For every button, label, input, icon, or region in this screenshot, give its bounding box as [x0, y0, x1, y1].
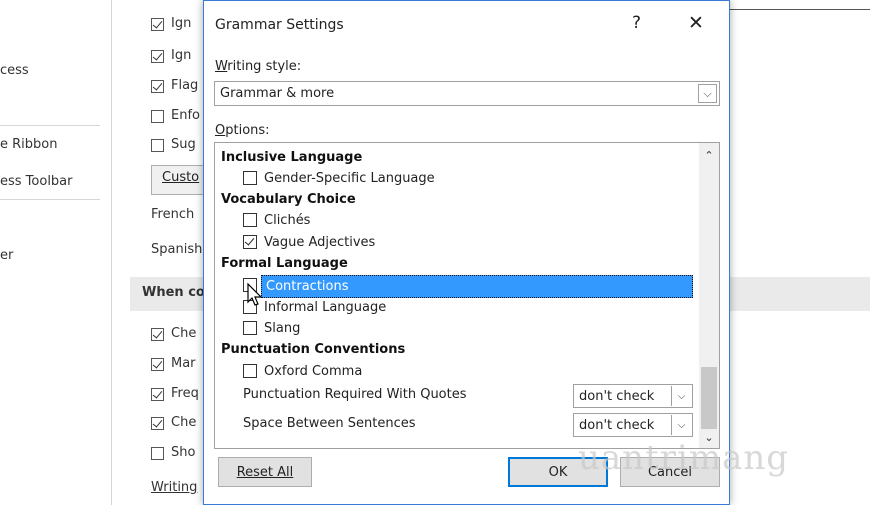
- bg-checkbox-1[interactable]: [151, 18, 164, 31]
- sidebar-divider: [0, 199, 100, 200]
- sidebar-item-customize-ribbon[interactable]: e Ribbon: [0, 137, 57, 152]
- writing-style-label: Writing: [151, 480, 198, 495]
- bg-checkbox-3[interactable]: [151, 80, 164, 93]
- setting-value: don't check: [579, 418, 655, 433]
- option-header: Formal Language: [221, 256, 348, 271]
- setting-value: don't check: [579, 389, 655, 404]
- bg-checkbox-label-1: Ign: [171, 16, 192, 31]
- bg-checkbox-7[interactable]: [151, 358, 164, 371]
- option-item[interactable]: Oxford Comma: [215, 361, 700, 382]
- option-label: Slang: [264, 321, 301, 336]
- sidebar-item-quick-access-toolbar[interactable]: ess Toolbar: [0, 174, 73, 189]
- vertical-scrollbar[interactable]: ⌃ ⌄: [699, 143, 719, 448]
- option-item-selected[interactable]: Contractions: [215, 275, 700, 298]
- writing-style-field-label: Writing style:: [215, 59, 302, 74]
- setting-row: Punctuation Required With Quotes don't c…: [215, 383, 700, 410]
- chevron-down-icon[interactable]: ⌵: [671, 415, 691, 435]
- writing-style-value: Grammar & more: [220, 86, 335, 101]
- bg-checkbox-label-7: Mar: [171, 356, 196, 371]
- option-label: Gender-Specific Language: [264, 171, 435, 186]
- option-label: Clichés: [264, 213, 311, 228]
- dialog-titlebar[interactable]: Grammar Settings ? ✕: [204, 1, 729, 45]
- option-item[interactable]: Gender-Specific Language: [215, 168, 700, 189]
- checkbox[interactable]: [243, 235, 257, 249]
- mouse-cursor-icon: [247, 283, 263, 306]
- window-edge-line: [728, 9, 870, 10]
- option-item[interactable]: Clichés: [215, 210, 700, 231]
- option-header: Inclusive Language: [221, 150, 363, 165]
- options-sidebar: cess e Ribbon ess Toolbar er: [0, 0, 112, 505]
- scroll-thumb[interactable]: [701, 367, 717, 429]
- watermark: uantrimang: [578, 438, 790, 478]
- bg-checkbox-label-6: Che: [171, 326, 197, 341]
- ok-label: OK: [548, 464, 568, 480]
- bg-checkbox-9[interactable]: [151, 417, 164, 430]
- sidebar-item-trust-center[interactable]: er: [0, 248, 13, 263]
- option-label: Vague Adjectives: [264, 235, 376, 250]
- setting-select[interactable]: don't check ⌵: [573, 413, 693, 437]
- grammar-settings-dialog: Grammar Settings ? ✕ Writing style: Gram…: [203, 0, 730, 505]
- spanish-label: Spanish: [151, 242, 203, 257]
- bg-checkbox-2[interactable]: [151, 50, 164, 63]
- bg-checkbox-6[interactable]: [151, 328, 164, 341]
- option-item[interactable]: Informal Language: [215, 297, 700, 318]
- bg-checkbox-5[interactable]: [151, 139, 164, 152]
- option-label: Oxford Comma: [264, 364, 363, 379]
- scroll-up-icon[interactable]: ⌃: [699, 146, 719, 164]
- bg-checkbox-label-3: Flag: [171, 78, 199, 93]
- bg-checkbox-8[interactable]: [151, 388, 164, 401]
- bg-checkbox-label-8: Freq: [171, 386, 199, 401]
- option-label: Contractions: [261, 275, 693, 298]
- options-list[interactable]: Inclusive Language Gender-Specific Langu…: [214, 142, 720, 449]
- option-header: Vocabulary Choice: [221, 192, 356, 207]
- help-button[interactable]: ?: [632, 13, 641, 33]
- chevron-down-icon[interactable]: ⌵: [698, 84, 717, 103]
- setting-select[interactable]: don't check ⌵: [573, 384, 693, 408]
- checkbox[interactable]: [243, 364, 257, 378]
- bg-checkbox-label-5: Sug: [171, 137, 196, 152]
- checkbox[interactable]: [243, 321, 257, 335]
- checkbox[interactable]: [243, 171, 257, 185]
- writing-style-select[interactable]: Grammar & more ⌵: [214, 81, 720, 106]
- sidebar-item-accessibility[interactable]: cess: [0, 63, 29, 78]
- reset-all-label: Reset All: [236, 464, 294, 480]
- bg-checkbox-label-9: Che: [171, 415, 197, 430]
- bg-checkbox-label-10: Sho: [171, 445, 196, 460]
- bg-checkbox-4[interactable]: [151, 110, 164, 123]
- bg-checkbox-10[interactable]: [151, 447, 164, 460]
- checkbox[interactable]: [243, 213, 257, 227]
- bg-checkbox-label-2: Ign: [171, 48, 192, 63]
- setting-label: Space Between Sentences: [243, 416, 416, 431]
- option-item[interactable]: Slang: [215, 318, 700, 339]
- sidebar-divider: [0, 125, 100, 126]
- reset-all-button[interactable]: Reset All: [218, 457, 312, 487]
- setting-row: Space Between Sentences don't check ⌵: [215, 412, 700, 439]
- french-label: French: [151, 207, 195, 222]
- dialog-title: Grammar Settings: [215, 17, 344, 33]
- chevron-down-icon[interactable]: ⌵: [671, 386, 691, 406]
- option-label: Informal Language: [264, 300, 387, 315]
- customize-button[interactable]: Custo: [151, 165, 211, 195]
- options-field-label: Options:: [215, 123, 270, 138]
- bg-checkbox-label-4: Enfo: [171, 108, 200, 123]
- option-item[interactable]: Vague Adjectives: [215, 232, 700, 253]
- option-header: Punctuation Conventions: [221, 342, 406, 357]
- close-button[interactable]: ✕: [688, 12, 704, 34]
- setting-label: Punctuation Required With Quotes: [243, 387, 467, 402]
